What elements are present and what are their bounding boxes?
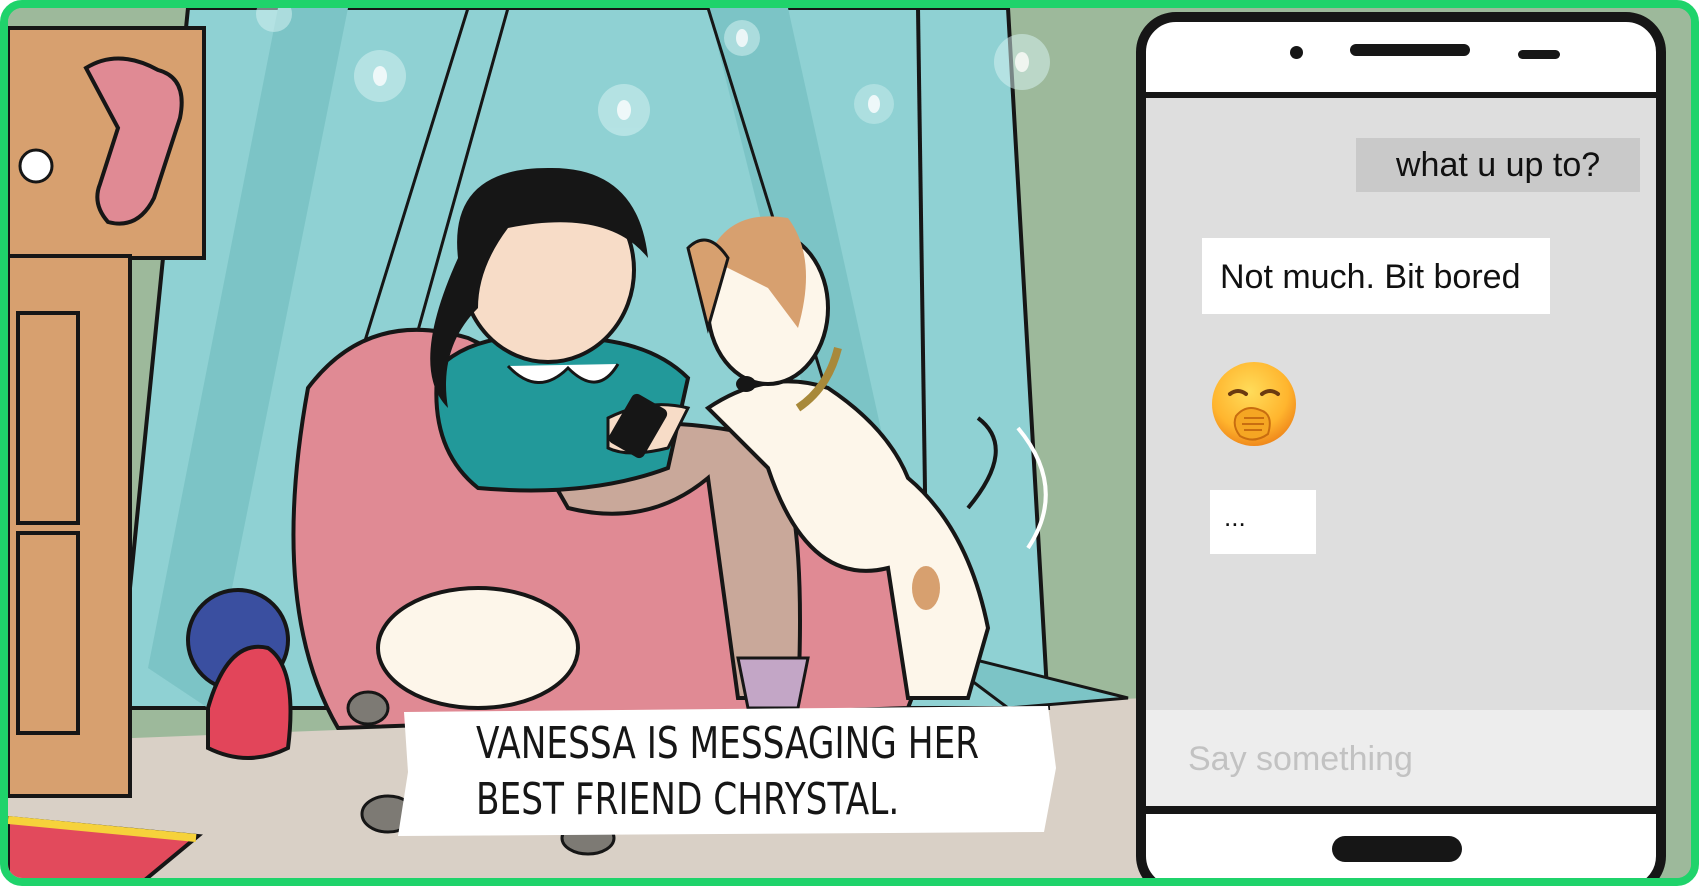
home-button[interactable] — [1332, 836, 1462, 862]
narration-caption: VANESSA IS MESSAGING HER BEST FRIEND CHR… — [396, 706, 1056, 836]
caption-line-2: BEST FRIEND CHRYSTAL. — [476, 774, 900, 825]
comic-panel: VANESSA IS MESSAGING HER BEST FRIEND CHR… — [0, 0, 1699, 886]
message-input[interactable] — [1188, 740, 1608, 779]
phone-top-bar — [1146, 22, 1656, 98]
chat-thread: what u up to? Not much. Bit bored ... — [1146, 98, 1656, 710]
sensor-icon — [1518, 50, 1560, 59]
sent-message-bubble: what u up to? — [1356, 138, 1640, 192]
typing-indicator-bubble: ... — [1210, 490, 1316, 554]
phone-mockup: what u up to? Not much. Bit bored ... — [1136, 12, 1666, 878]
yawning-face-icon — [1212, 362, 1296, 446]
chat-input-bar — [1146, 710, 1656, 814]
received-message-bubble: Not much. Bit bored — [1202, 238, 1550, 314]
speaker-grille — [1350, 44, 1470, 56]
caption-line-1: VANESSA IS MESSAGING HER — [476, 718, 980, 769]
camera-icon — [1290, 46, 1303, 59]
